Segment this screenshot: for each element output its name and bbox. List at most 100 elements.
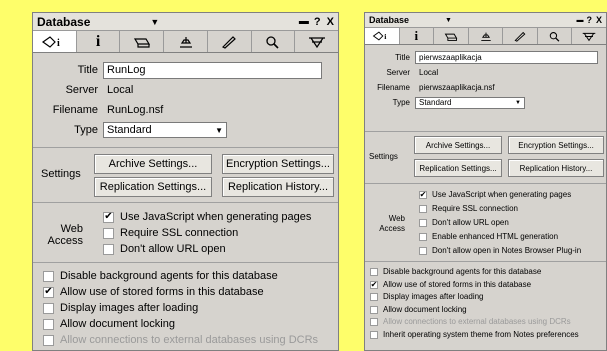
checkbox-row[interactable]: Require SSL connection [103,225,311,241]
archive-settings-button[interactable]: Archive Settings... [414,136,502,154]
tab-advanced[interactable] [295,31,338,52]
tab-info[interactable]: i [33,31,77,52]
tab-launch[interactable] [469,28,504,44]
close-icon[interactable]: X [327,16,334,28]
checkbox[interactable] [419,233,427,241]
help-icon[interactable]: ? [314,16,321,28]
web-access-section: Web Access Use JavaScript when generatin… [365,184,606,262]
replication-settings-button[interactable]: Replication Settings... [94,177,212,197]
search-tab-icon [266,35,279,49]
type-select-value: Standard [419,98,452,107]
checkbox-row[interactable]: Allow document locking [370,304,606,317]
checkbox-row[interactable]: Display images after loading [43,300,338,316]
checkbox[interactable] [370,280,378,289]
tab-advanced[interactable] [572,28,606,44]
checkbox[interactable] [370,330,378,339]
tab-launch[interactable] [164,31,208,52]
checkbox[interactable] [43,334,54,346]
type-label: Type [74,124,98,136]
database-properties-panel-left: Database ▼ ▬ ? X i i Title RunLog Server… [32,12,339,351]
checkbox[interactable] [43,318,54,330]
archive-settings-button[interactable]: Archive Settings... [94,154,212,174]
search-tab-icon [549,31,560,42]
title-input[interactable]: RunLog [103,61,322,79]
web-label: Web [60,223,83,235]
tab-search[interactable] [538,28,573,44]
checkbox[interactable] [370,293,378,302]
checkbox-row[interactable]: Disable background agents for this datab… [43,268,338,284]
tab-info[interactable]: i [365,28,400,44]
type-select[interactable]: Standard ▼ [103,122,227,138]
checkbox-row[interactable]: Enable enhanced HTML generation [419,230,581,244]
type-select[interactable]: Standard ▼ [415,96,525,109]
checkbox-row[interactable]: Require SSL connection [419,202,581,216]
access-label: Access [47,235,83,247]
checkbox[interactable] [419,205,427,213]
close-icon[interactable]: X [596,15,602,25]
encryption-settings-button[interactable]: Encryption Settings... [222,154,334,174]
chevron-down-icon: ▼ [515,99,521,106]
checkbox[interactable] [103,227,114,239]
tab-print[interactable]: i [77,31,121,52]
checkbox[interactable] [43,286,54,298]
server-value: Local [419,68,439,77]
print-tab-icon: i [95,32,101,50]
checkbox-row[interactable]: Don't allow URL open [103,241,311,257]
info-tab-icon: i [372,31,387,41]
checkbox-row[interactable]: Inherit operating system theme from Note… [370,329,606,342]
checkbox-row[interactable]: Disable background agents for this datab… [370,266,606,279]
design-tab-icon [444,33,458,41]
checkbox-label: Disable background agents for this datab… [60,270,278,282]
design-tab-icon [133,37,150,48]
checkbox[interactable] [419,219,427,227]
checkbox[interactable] [419,247,427,255]
checkbox-row[interactable]: Allow document locking [43,316,338,332]
checkbox-row[interactable]: Allow connections to external databases … [370,316,606,329]
settings-section: Settings Archive Settings... Encryption … [365,132,606,184]
replication-history-button[interactable]: Replication History... [222,177,334,197]
checkbox[interactable] [419,191,427,199]
tab-search[interactable] [252,31,296,52]
settings-section: Settings Archive Settings... Encryption … [33,148,338,203]
checkbox-row[interactable]: Allow connections to external databases … [43,332,338,348]
checkbox[interactable] [370,318,378,327]
svg-text:i: i [57,38,60,49]
checkbox[interactable] [370,268,378,277]
checkbox-label: Use JavaScript when generating pages [432,190,572,199]
tab-full-text-index[interactable] [208,31,252,52]
checkbox-row[interactable]: Don't allow open in Notes Browser Plug-i… [419,244,581,258]
checkbox[interactable] [103,243,114,255]
filename-value: RunLog.nsf [107,104,164,116]
server-label: Server [65,84,98,96]
replication-settings-button[interactable]: Replication Settings... [414,159,502,177]
checkbox[interactable] [370,305,378,314]
full-text-index-tab-icon [222,35,237,49]
tab-design[interactable] [434,28,469,44]
help-icon[interactable]: ? [586,15,592,25]
checkbox-row[interactable]: Allow use of stored forms in this databa… [370,279,606,292]
checkbox-label: Display images after loading [60,302,199,314]
checkbox-row[interactable]: Use JavaScript when generating pages [419,188,581,202]
title-dropdown-icon[interactable]: ▼ [150,17,159,27]
title-input[interactable]: pierwszaaplikacja [415,51,598,64]
title-dropdown-icon[interactable]: ▼ [445,17,452,24]
checkbox[interactable] [103,211,114,223]
svg-text:i: i [384,32,387,41]
tab-design[interactable] [120,31,165,52]
tab-full-text-index[interactable] [503,28,538,44]
checkbox[interactable] [43,302,54,314]
replication-history-button[interactable]: Replication History... [508,159,604,177]
checkbox-row[interactable]: Don't allow URL open [419,216,581,230]
checkbox-row[interactable]: Use JavaScript when generating pages [103,209,311,225]
titlebar: Database ▼ ▬ ? X [365,13,606,28]
checkbox-row[interactable]: Display images after loading [370,291,606,304]
encryption-settings-button[interactable]: Encryption Settings... [508,136,604,154]
tab-print[interactable]: i [400,28,435,44]
minimize-icon[interactable]: ▬ [576,17,583,24]
checkbox[interactable] [43,270,54,282]
checkbox-label: Disable background agents for this datab… [383,267,542,276]
checkbox-label: Don't allow URL open [432,218,509,227]
checkbox-row[interactable]: Allow use of stored forms in this databa… [43,284,338,300]
checkbox-label: Use JavaScript when generating pages [120,211,312,223]
minimize-icon[interactable]: ▬ [299,16,309,27]
